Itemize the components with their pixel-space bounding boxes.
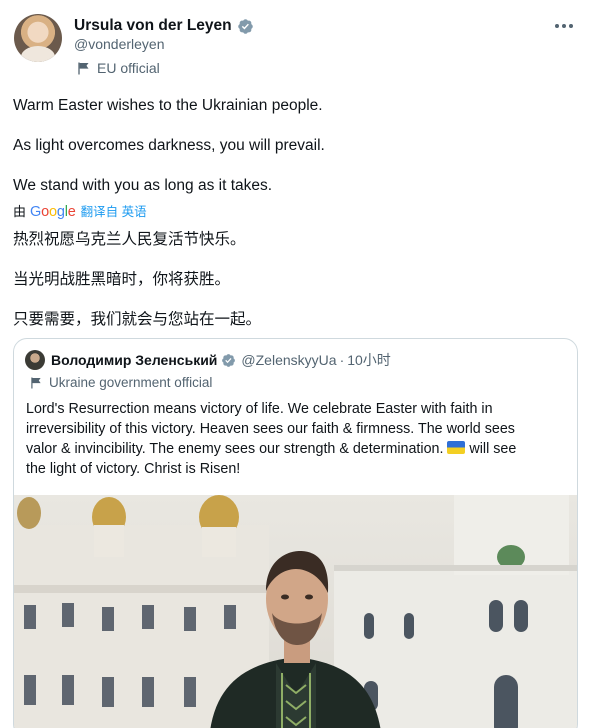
tweet-header: Ursula von der Leyen @vonderleyen EU off…	[14, 14, 579, 78]
affiliation-label: EU official	[97, 60, 160, 76]
flag-icon	[31, 377, 41, 388]
quoted-tweet[interactable]: Володимир Зеленський @ZelenskyyUa · 10小时…	[13, 338, 578, 728]
quoted-tweet-text: Lord's Resurrection means victory of lif…	[26, 399, 566, 479]
quoted-line-3: valor & invincibility. The enemy sees ou…	[26, 441, 517, 457]
quoted-line-1: Lord's Resurrection means victory of lif…	[26, 401, 493, 417]
quoted-tweet-time[interactable]: 10小时	[347, 350, 391, 370]
tweet-line-1: Warm Easter wishes to the Ukrainian peop…	[13, 97, 323, 114]
quoted-line-4: the light of victory. Christ is Risen!	[26, 461, 241, 477]
verified-badge-icon	[222, 353, 236, 367]
author-name[interactable]: Ursula von der Leyen	[74, 17, 232, 35]
translation-line-1: 热烈祝愿乌克兰人民复活节快乐。	[13, 231, 246, 248]
quoted-tweet-video[interactable]	[14, 495, 577, 728]
video-frame	[14, 495, 577, 728]
translation-attribution: 由 Google 翻译自 英语	[13, 201, 147, 220]
translated-from-link[interactable]: 翻译自 英语	[81, 201, 147, 220]
verified-badge-icon	[237, 18, 253, 34]
flag-icon	[78, 62, 89, 74]
tweet-line-2: As light overcomes darkness, you will pr…	[13, 137, 325, 154]
quoted-author-affiliation: Ukraine government official	[31, 375, 212, 390]
author-avatar[interactable]	[14, 14, 62, 62]
quoted-author-handle[interactable]: @ZelenskyyUa	[241, 352, 336, 368]
quoted-author-name[interactable]: Володимир Зеленський	[51, 352, 217, 368]
author-handle[interactable]: @vonderleyen	[74, 36, 165, 52]
quoted-tweet-header: Володимир Зеленський @ZelenskyyUa · 10小时	[25, 350, 391, 370]
quoted-line-2: irreversibility of this victory. Heaven …	[26, 421, 515, 437]
translation-line-3: 只要需要，我们就会与您站在一起。	[13, 311, 262, 328]
author-affiliation: EU official	[78, 60, 160, 76]
quoted-affiliation-label: Ukraine government official	[49, 375, 213, 390]
google-logo: Google	[30, 204, 76, 220]
ukraine-flag-emoji	[447, 441, 466, 454]
translated-by-label: 由	[13, 204, 27, 219]
tweet-line-3: We stand with you as long as it takes.	[13, 177, 273, 194]
author-name-row: Ursula von der Leyen	[74, 16, 254, 36]
separator-dot: ·	[339, 352, 345, 368]
more-dots-icon[interactable]	[553, 16, 575, 36]
quoted-author-avatar[interactable]	[25, 350, 45, 370]
translation-line-2: 当光明战胜黑暗时，你将获胜。	[13, 271, 231, 288]
